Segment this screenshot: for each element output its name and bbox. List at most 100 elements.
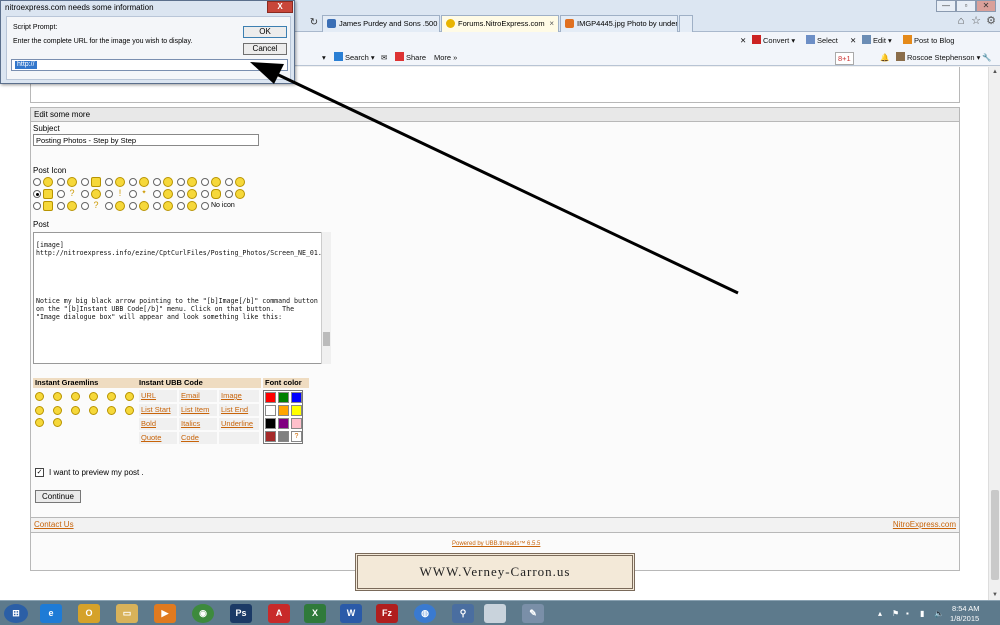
radio-button[interactable]	[129, 190, 137, 198]
ubb-image-button[interactable]: Image	[219, 390, 259, 402]
post-icon-option[interactable]	[33, 188, 57, 200]
outlook-icon[interactable]: O	[78, 604, 100, 623]
ubb-underline-button[interactable]: Underline	[219, 418, 259, 430]
post-icon-option[interactable]	[81, 176, 105, 188]
scroll-thumb[interactable]	[323, 332, 330, 346]
radio-button[interactable]	[33, 190, 41, 198]
graemlin-smiley-icon[interactable]	[107, 392, 116, 401]
radio-button[interactable]	[105, 178, 113, 186]
radio-button[interactable]	[105, 190, 113, 198]
volume-icon[interactable]: 🔈	[934, 609, 944, 618]
scroll-up-icon[interactable]: ▲	[989, 67, 1000, 77]
continue-button[interactable]: Continue	[35, 490, 81, 503]
excel-icon[interactable]: X	[304, 604, 326, 623]
radio-button[interactable]	[57, 202, 65, 210]
mail-icon[interactable]: ✉	[381, 52, 387, 63]
post-scrollbar[interactable]	[321, 232, 331, 364]
star-icon[interactable]: ☆	[970, 15, 982, 27]
flag-icon[interactable]: ⚑	[892, 609, 899, 618]
post-icon-option[interactable]: ?	[57, 188, 81, 200]
post-icon-option[interactable]: !	[105, 188, 129, 200]
color-swatch[interactable]	[265, 405, 276, 416]
google-earth-icon[interactable]: ◍	[414, 604, 436, 623]
media-player-icon[interactable]: ▶	[154, 604, 176, 623]
color-swatch[interactable]	[278, 418, 289, 429]
radio-button[interactable]	[177, 190, 185, 198]
select-button[interactable]: Select	[806, 35, 838, 46]
search-button[interactable]: Search ▾	[334, 52, 375, 63]
graemlin-smiley-icon[interactable]	[35, 418, 44, 427]
word-icon[interactable]: W	[340, 604, 362, 623]
post-icon-option[interactable]	[201, 176, 225, 188]
page-scrollbar[interactable]: ▲ ▼	[988, 67, 1000, 600]
scroll-thumb[interactable]	[991, 490, 999, 580]
bell-icon[interactable]: 🔔	[880, 52, 889, 63]
post-icon-option[interactable]	[57, 200, 81, 212]
color-swatch[interactable]	[291, 405, 302, 416]
folder-icon[interactable]: ▭	[116, 604, 138, 623]
tab-imgp4445[interactable]: IMGP4445.jpg Photo by underl...	[560, 15, 678, 32]
post-icon-option[interactable]	[153, 200, 177, 212]
site-link[interactable]: NitroExpress.com	[893, 518, 956, 532]
tool-icon[interactable]: ⚲	[452, 604, 474, 623]
acrobat-icon[interactable]: A	[268, 604, 290, 623]
post-icon-option[interactable]	[33, 200, 57, 212]
graemlin-smiley-icon[interactable]	[71, 406, 80, 415]
window-icon[interactable]	[484, 604, 506, 623]
graemlin-smiley-icon[interactable]	[35, 392, 44, 401]
home-icon[interactable]: ⌂	[955, 15, 967, 27]
ubb-list-end-button[interactable]: List End	[219, 404, 259, 416]
color-swatch[interactable]	[278, 392, 289, 403]
contact-us-link[interactable]: Contact Us	[34, 518, 74, 532]
post-icon-option[interactable]	[177, 176, 201, 188]
post-icon-option[interactable]	[57, 176, 81, 188]
radio-button[interactable]	[225, 190, 233, 198]
filezilla-icon[interactable]: Fz	[376, 604, 398, 623]
ubb-code-button[interactable]: Code	[179, 432, 217, 444]
post-icon-option[interactable]	[225, 188, 249, 200]
post-icon-option[interactable]	[201, 188, 225, 200]
window-close-button[interactable]: ✕	[976, 0, 996, 12]
post-icon-option[interactable]	[129, 176, 153, 188]
radio-button[interactable]	[129, 178, 137, 186]
wrench-icon[interactable]: 🔧	[982, 52, 991, 63]
radio-button[interactable]	[129, 202, 137, 210]
post-textarea[interactable]: [image] http://nitroexpress.info/ezine/C…	[33, 232, 331, 364]
ok-button[interactable]: OK	[243, 26, 287, 38]
url-input[interactable]	[11, 59, 288, 71]
color-swatch[interactable]	[265, 431, 276, 442]
radio-button[interactable]	[33, 202, 41, 210]
clock-time[interactable]: 8:54 AM	[952, 604, 980, 613]
tab-james-purdey[interactable]: James Purdey and Sons .500 B...	[322, 15, 440, 32]
color-swatch[interactable]	[291, 392, 302, 403]
dialog-close-button[interactable]: X	[267, 1, 293, 13]
tray-app-icon[interactable]: ▪	[906, 609, 909, 618]
preview-checkbox[interactable]: ✓	[35, 468, 44, 477]
radio-button[interactable]	[201, 178, 209, 186]
close-icon[interactable]: ✕	[740, 35, 746, 46]
ubb-list-item-button[interactable]: List Item	[179, 404, 217, 416]
graemlin-smiley-icon[interactable]	[53, 406, 62, 415]
tray-up-icon[interactable]: ▴	[878, 609, 882, 618]
graemlin-smiley-icon[interactable]	[125, 392, 134, 401]
radio-button[interactable]	[225, 178, 233, 186]
color-swatch[interactable]	[265, 392, 276, 403]
graemlin-smiley-icon[interactable]	[35, 406, 44, 415]
radio-button[interactable]	[105, 202, 113, 210]
start-button[interactable]: ⊞	[4, 604, 28, 623]
share-button[interactable]: Share	[395, 52, 426, 63]
graemlin-smiley-icon[interactable]	[125, 406, 134, 415]
random-color-swatch[interactable]: ?	[291, 431, 302, 442]
graemlin-smiley-icon[interactable]	[53, 392, 62, 401]
dropdown-arrow-icon[interactable]: ▾	[322, 52, 326, 63]
gear-icon[interactable]: ⚙	[985, 15, 997, 27]
clock-date[interactable]: 1/8/2015	[950, 614, 979, 623]
scroll-down-icon[interactable]: ▼	[989, 590, 1000, 600]
convert-button[interactable]: Convert ▾	[752, 35, 795, 46]
post-icon-option[interactable]	[129, 200, 153, 212]
radio-button[interactable]	[153, 202, 161, 210]
subject-input[interactable]	[33, 134, 259, 146]
graemlin-smiley-icon[interactable]	[89, 392, 98, 401]
post-icon-option[interactable]	[177, 188, 201, 200]
radio-button[interactable]	[57, 190, 65, 198]
